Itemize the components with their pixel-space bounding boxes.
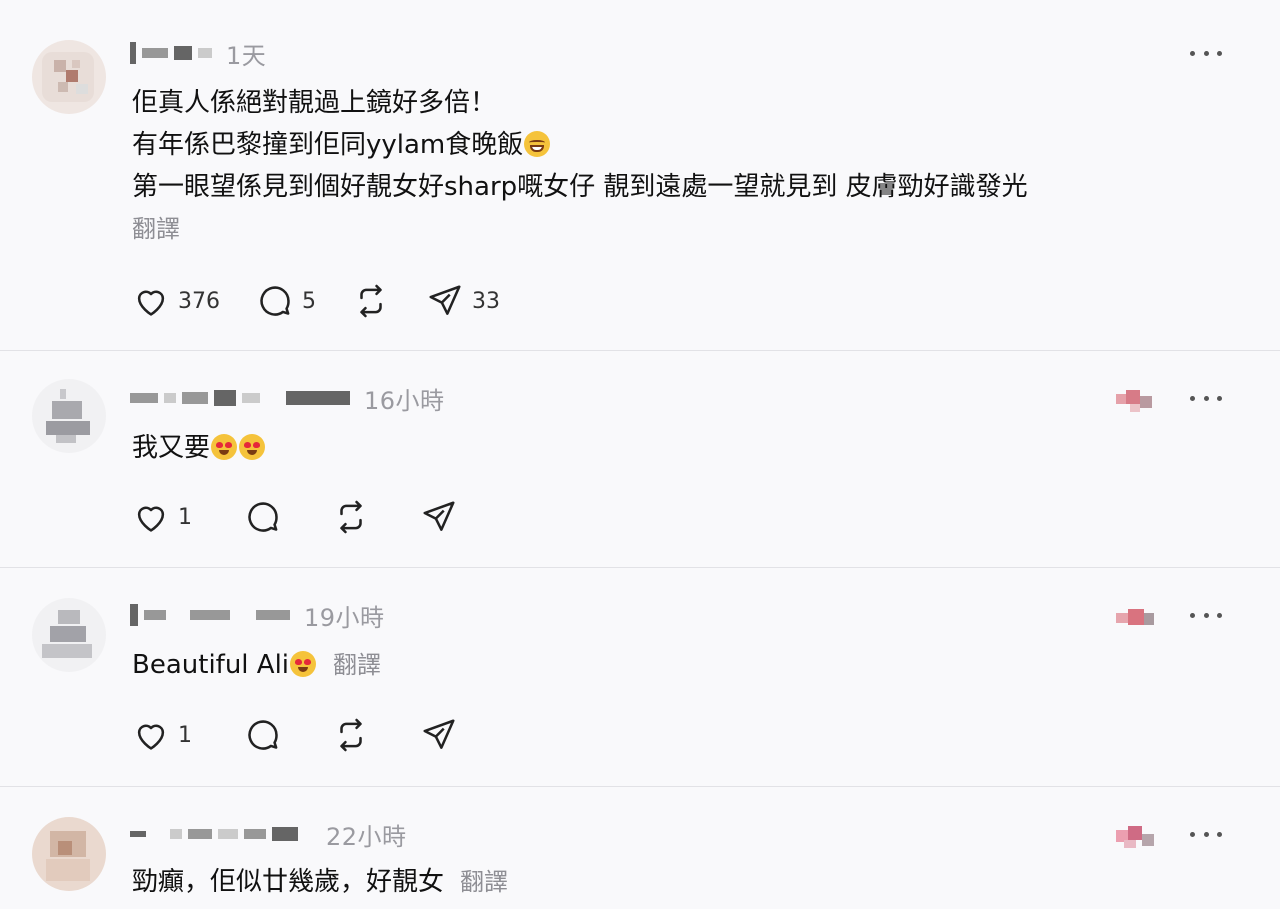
- action-bar: 1: [132, 715, 494, 755]
- comment-count: 5: [302, 288, 316, 314]
- avatar[interactable]: [32, 40, 106, 114]
- mini-avatar[interactable]: [1112, 822, 1160, 852]
- heart-icon: [137, 290, 165, 316]
- action-bar: 1: [132, 497, 494, 537]
- translate-link[interactable]: 翻譯: [132, 208, 1028, 250]
- like-count: 1: [178, 722, 192, 748]
- comment-bubble-icon: [248, 720, 278, 750]
- username-blurred[interactable]: [130, 386, 350, 410]
- repost-button[interactable]: [352, 282, 390, 320]
- share-button[interactable]: [420, 716, 458, 754]
- repost-icon: [360, 284, 382, 318]
- post-line: 有年係巴黎撞到佢同yylam食晚飯: [132, 124, 1028, 166]
- post-header: 1天: [130, 36, 266, 70]
- like-button[interactable]: 376: [132, 282, 220, 320]
- post-content: 佢真人係絕對靚過上鏡好多倍！ 有年係巴黎撞到佢同yylam食晚飯 第一眼望係見到…: [132, 82, 1028, 250]
- post-line: Beautiful Ali 翻譯: [132, 644, 381, 686]
- heart-eyes-emoji-icon: [239, 434, 266, 460]
- translate-link[interactable]: 翻譯: [333, 651, 381, 679]
- more-options-icon[interactable]: [1190, 826, 1222, 842]
- post-3: 19小時 Beautiful Ali 翻譯 1: [0, 568, 1280, 787]
- post-text: Beautiful Ali: [132, 650, 290, 680]
- comment-feed: 1天 佢真人係絕對靚過上鏡好多倍！ 有年係巴黎撞到佢同yylam食晚飯 第一眼望…: [0, 0, 1280, 909]
- repost-icon: [340, 500, 362, 534]
- post-time: 19小時: [304, 603, 385, 632]
- post-time: 16小時: [364, 386, 445, 415]
- post-2: 16小時 我又要 1: [0, 351, 1280, 568]
- post-text: 我又要: [132, 433, 211, 463]
- avatar[interactable]: [32, 598, 106, 672]
- post-text: 勁癲，佢似廿幾歲，好靚女: [132, 867, 445, 897]
- like-count: 376: [178, 288, 220, 314]
- heart-icon: [137, 724, 165, 750]
- mini-avatar[interactable]: [1112, 386, 1160, 416]
- send-icon: [423, 719, 455, 749]
- share-button[interactable]: [420, 498, 458, 536]
- heart-icon: [137, 506, 165, 532]
- avatar[interactable]: [32, 379, 106, 453]
- post-line-text: 有年係巴黎撞到佢同yylam食晚飯: [132, 130, 524, 160]
- repost-icon: [340, 718, 362, 752]
- share-button[interactable]: 33: [426, 282, 500, 320]
- post-4: 22小時 勁癲，佢似廿幾歲，好靚女 翻譯: [0, 787, 1280, 909]
- repost-button[interactable]: [332, 716, 370, 754]
- heart-eyes-emoji-icon: [211, 434, 238, 460]
- comment-button[interactable]: [244, 498, 282, 536]
- heart-eyes-emoji-icon: [290, 651, 317, 677]
- like-count: 1: [178, 504, 192, 530]
- post-1: 1天 佢真人係絕對靚過上鏡好多倍！ 有年係巴黎撞到佢同yylam食晚飯 第一眼望…: [0, 0, 1280, 351]
- post-line: 佢真人係絕對靚過上鏡好多倍！: [132, 88, 497, 118]
- post-content: 勁癲，佢似廿幾歲，好靚女 翻譯: [132, 861, 508, 903]
- post-header: 16小時: [130, 381, 445, 415]
- username-blurred[interactable]: [130, 41, 212, 65]
- comment-bubble-icon: [248, 502, 278, 532]
- post-time: 1天: [226, 41, 267, 70]
- post-header: 19小時: [130, 598, 385, 632]
- post-content: 我又要: [132, 427, 266, 469]
- post-time: 22小時: [326, 822, 407, 851]
- send-icon: [429, 285, 461, 315]
- send-icon: [423, 501, 455, 531]
- translate-link[interactable]: 翻譯: [460, 868, 508, 896]
- like-button[interactable]: 1: [132, 716, 192, 754]
- more-options-icon[interactable]: [1190, 607, 1222, 623]
- more-options-icon[interactable]: [1190, 390, 1222, 406]
- username-blurred[interactable]: [130, 603, 290, 627]
- post-line: 我又要: [132, 427, 266, 469]
- laughing-emoji-icon: [524, 131, 551, 157]
- comment-button[interactable]: 5: [256, 282, 316, 320]
- post-content: Beautiful Ali 翻譯: [132, 644, 381, 686]
- share-count: 33: [472, 288, 500, 314]
- post-header: 22小時: [130, 817, 407, 851]
- action-bar: 376 5 33: [132, 281, 536, 321]
- repost-button[interactable]: [332, 498, 370, 536]
- post-line: 第一眼望係見到個好靚女好sharp嘅女仔 靚到遠處一望就見到 皮膚勁好識發光: [132, 172, 1028, 202]
- mini-avatar[interactable]: [1112, 603, 1160, 633]
- username-blurred[interactable]: [130, 822, 298, 846]
- like-button[interactable]: 1: [132, 498, 192, 536]
- more-options-icon[interactable]: [1190, 45, 1222, 61]
- post-line: 勁癲，佢似廿幾歲，好靚女 翻譯: [132, 861, 508, 903]
- comment-bubble-icon: [260, 286, 290, 316]
- comment-button[interactable]: [244, 716, 282, 754]
- avatar[interactable]: [32, 817, 106, 891]
